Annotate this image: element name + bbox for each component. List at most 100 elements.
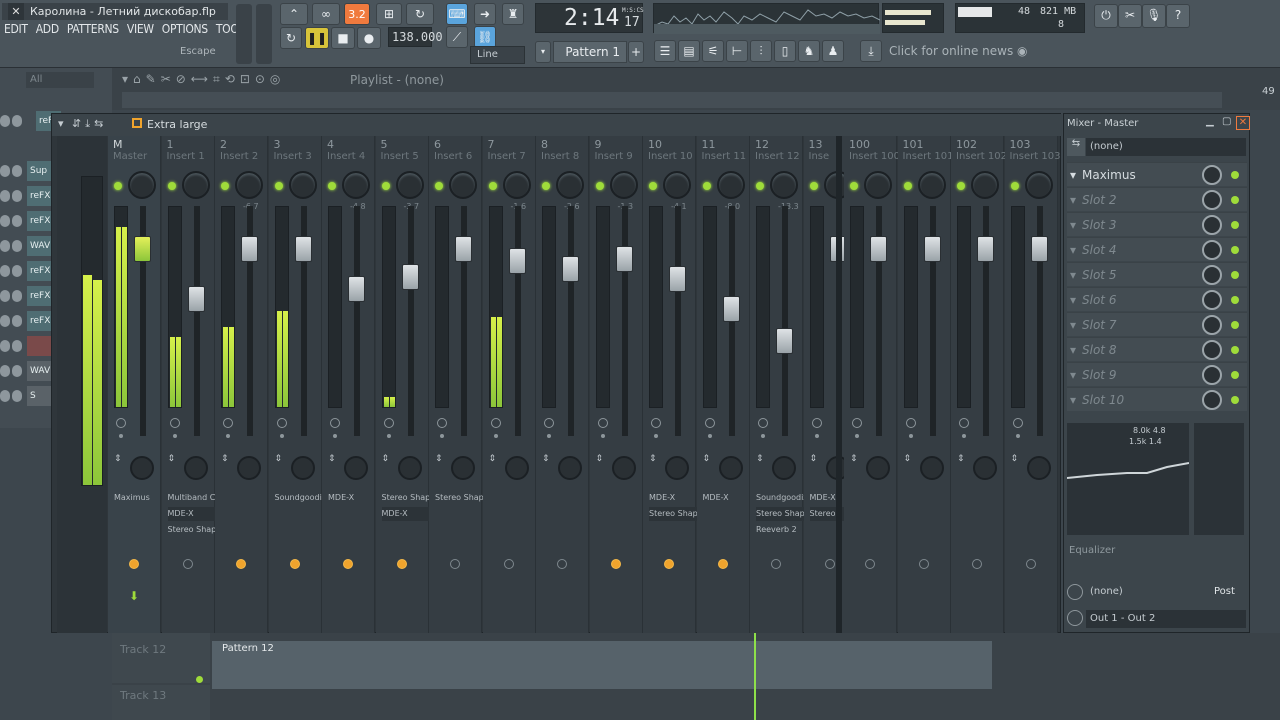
volume-fader[interactable] bbox=[455, 236, 472, 262]
fx-slot[interactable]: ▾ Slot 6 bbox=[1067, 287, 1247, 311]
post-select[interactable]: Post bbox=[1214, 586, 1235, 597]
solo-icon[interactable] bbox=[12, 365, 22, 377]
stereo-knob[interactable] bbox=[611, 456, 636, 480]
strip-name[interactable]: Insert 101 bbox=[903, 151, 954, 162]
pattern-selector[interactable]: Pattern 1 bbox=[553, 41, 627, 63]
strip-name[interactable]: Insert 9 bbox=[595, 151, 633, 162]
stereo-knob[interactable] bbox=[451, 456, 475, 480]
pan-knob[interactable] bbox=[449, 171, 477, 199]
refresh-icon[interactable]: ⏻ bbox=[1094, 4, 1118, 28]
slot-mix-knob[interactable] bbox=[1202, 215, 1222, 235]
mixer-strip-insert[interactable]: 8Insert 8-2.6⇕ bbox=[536, 136, 589, 633]
strip-name[interactable]: Insert 11 bbox=[702, 151, 747, 162]
channel-name[interactable]: Sup bbox=[27, 161, 52, 181]
solo-icon[interactable] bbox=[12, 215, 22, 227]
swap-icon[interactable]: ⇕ bbox=[328, 454, 336, 464]
strip-enable-led[interactable] bbox=[1010, 182, 1019, 190]
piano-roll-view-icon[interactable]: ▤ bbox=[678, 40, 700, 62]
swap-icon[interactable]: ⇕ bbox=[382, 454, 390, 464]
slot-mix-knob[interactable] bbox=[1202, 290, 1222, 310]
fx-slot-label[interactable]: Multiband Comp bbox=[168, 491, 234, 505]
volume-fader[interactable] bbox=[562, 256, 579, 282]
stereo-separation-icon[interactable] bbox=[852, 418, 862, 428]
swap-icon[interactable]: ⇕ bbox=[957, 454, 965, 464]
pan-knob[interactable] bbox=[288, 171, 317, 199]
master-volume-slider[interactable] bbox=[236, 4, 252, 64]
channel-name[interactable]: reFX bbox=[27, 186, 52, 206]
mixer-strip-insert[interactable]: 3 Insert 3 ⇕ Soundgoodizer bbox=[268, 136, 334, 633]
stereo-separation-icon[interactable] bbox=[959, 418, 969, 428]
strip-name[interactable]: Insert 12 bbox=[755, 151, 800, 162]
fx-slot-maximus[interactable]: ▾ Maximus bbox=[1067, 162, 1247, 186]
menu-add[interactable]: ADD bbox=[36, 22, 59, 40]
swap-icon[interactable]: ⇕ bbox=[542, 454, 550, 464]
record-button[interactable]: ● bbox=[357, 27, 381, 49]
mixer-tool-icons[interactable]: ⇵⤓⇆ bbox=[72, 117, 107, 131]
step-sequencer-view-icon[interactable]: ⚟ bbox=[702, 40, 724, 62]
strip-enable-led[interactable] bbox=[435, 182, 443, 190]
slot-enable-led[interactable] bbox=[1231, 371, 1239, 379]
tempo-display[interactable]: 138.000 bbox=[388, 27, 443, 47]
stereo-separation-icon[interactable] bbox=[811, 418, 822, 428]
arrow-right-icon[interactable]: ➜ bbox=[474, 3, 496, 25]
swap-icon[interactable]: ⇕ bbox=[703, 454, 711, 464]
stereo-knob[interactable] bbox=[772, 456, 796, 480]
mixer-strip-insert[interactable]: 7Insert 7-1.6⇕ bbox=[482, 136, 536, 633]
solo-icon[interactable] bbox=[12, 240, 22, 252]
route-icon[interactable] bbox=[717, 559, 728, 569]
stereo-separation-icon[interactable] bbox=[544, 418, 554, 428]
fx-slot[interactable]: ▾ Slot 8 bbox=[1067, 337, 1247, 361]
mute-icon[interactable] bbox=[0, 390, 10, 402]
mixer-strip-insert[interactable]: 102 Insert 102 ⇕ bbox=[951, 136, 1007, 633]
stereo-separation-icon[interactable] bbox=[905, 418, 916, 428]
pan-knob[interactable] bbox=[395, 171, 424, 199]
strip-enable-led[interactable] bbox=[903, 182, 912, 190]
microphone-icon[interactable]: 🎙 bbox=[1142, 4, 1166, 28]
swap-icon[interactable]: ⇕ bbox=[275, 454, 283, 464]
swap-icon[interactable]: ⇕ bbox=[756, 454, 764, 464]
volume-fader[interactable] bbox=[401, 264, 419, 290]
mixer-strip-master[interactable]: M Master ⇕ Maximus ⬇ bbox=[108, 136, 161, 633]
fx-slot-label[interactable]: Maximus bbox=[114, 491, 164, 505]
pan-knob[interactable] bbox=[917, 171, 946, 199]
volume-fader[interactable] bbox=[241, 236, 258, 262]
strip-name[interactable]: Insert 6 bbox=[434, 151, 472, 162]
swap-icon[interactable]: ⇕ bbox=[435, 454, 443, 464]
step-edit-icon[interactable]: ⊞ bbox=[376, 3, 402, 25]
slot-mix-knob[interactable] bbox=[1202, 315, 1222, 335]
playlist-title[interactable]: Playlist - (none) bbox=[350, 73, 444, 87]
close-mixer-button[interactable]: ✕ bbox=[1236, 116, 1250, 130]
slot-mix-knob[interactable] bbox=[1202, 365, 1222, 385]
stereo-knob[interactable] bbox=[718, 456, 743, 480]
browser-filter[interactable]: All bbox=[26, 72, 94, 88]
route-icon[interactable] bbox=[824, 559, 835, 569]
stereo-separation-icon[interactable] bbox=[758, 418, 768, 428]
fx-slot[interactable]: ▾ Slot 2 bbox=[1067, 187, 1247, 211]
solo-icon[interactable] bbox=[12, 315, 22, 327]
strip-enable-led[interactable] bbox=[850, 182, 858, 190]
channel-rack-view-icon[interactable]: ⊢ bbox=[726, 40, 748, 62]
route-icon[interactable] bbox=[129, 559, 139, 569]
fx-slot-label[interactable]: Stereo Shaper bbox=[435, 491, 492, 505]
solo-icon[interactable] bbox=[12, 390, 22, 402]
volume-fader[interactable] bbox=[977, 236, 994, 262]
volume-fader[interactable] bbox=[348, 276, 365, 302]
channel-name[interactable]: reFX bbox=[27, 311, 52, 331]
close-project-icon[interactable]: ✕ bbox=[8, 3, 24, 20]
route-icon[interactable] bbox=[1025, 559, 1036, 569]
stereo-knob[interactable] bbox=[397, 456, 422, 480]
solo-icon[interactable] bbox=[12, 190, 22, 202]
project-files-icon[interactable]: ▯ bbox=[774, 40, 796, 62]
pan-knob[interactable] bbox=[716, 171, 745, 199]
route-icon[interactable] bbox=[182, 559, 193, 569]
fx-slot-label[interactable]: MDE-X bbox=[703, 491, 753, 505]
slot-mix-knob[interactable] bbox=[1202, 240, 1222, 260]
route-icon[interactable] bbox=[865, 559, 875, 569]
stereo-knob[interactable] bbox=[130, 456, 154, 480]
stereo-separation-icon[interactable] bbox=[597, 418, 608, 428]
track-row[interactable]: Track 12 bbox=[112, 633, 210, 683]
strip-enable-led[interactable] bbox=[542, 182, 550, 190]
stereo-separation-icon[interactable] bbox=[490, 418, 501, 428]
volume-fader[interactable] bbox=[134, 236, 151, 262]
fx-slot-label[interactable]: MDE-X bbox=[381, 507, 432, 521]
